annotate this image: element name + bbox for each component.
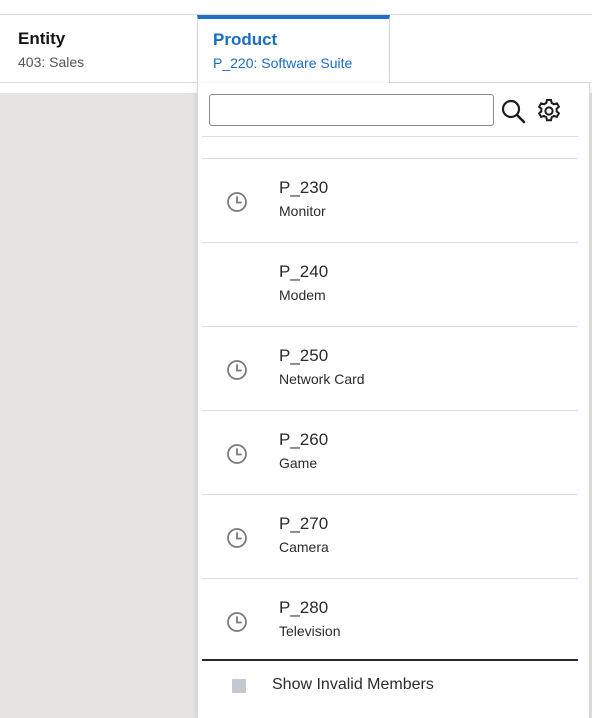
search-input[interactable] [209, 94, 494, 126]
footer: Show Invalid Members [198, 661, 589, 716]
list-item[interactable]: P_280 Television [202, 579, 578, 662]
member-name: Network Card [279, 371, 365, 387]
member-name: Camera [279, 539, 329, 555]
show-invalid-label: Show Invalid Members [272, 676, 434, 693]
list-item[interactable]: P_250 Network Card [202, 327, 578, 410]
clock-icon [226, 191, 248, 213]
member-code: P_280 [279, 598, 329, 617]
clock-icon [226, 611, 248, 633]
pov-entity[interactable]: Entity 403: Sales [18, 28, 84, 71]
member-code: P_240 [279, 262, 329, 281]
pov-product[interactable]: Product P_220: Software Suite [197, 15, 390, 83]
pov-entity-value: 403: Sales [18, 54, 85, 70]
search-row [198, 83, 589, 137]
member-code: P_250 [279, 346, 329, 365]
member-code: P_230 [279, 178, 329, 197]
member-code: P_270 [279, 514, 329, 533]
list-item[interactable]: P_240 Modem [202, 243, 578, 326]
list-item[interactable]: P_260 Game [202, 411, 578, 494]
clock-icon [226, 443, 248, 465]
clock-icon [226, 527, 248, 549]
list-item[interactable]: P_270 Camera [202, 495, 578, 578]
clock-icon [226, 359, 248, 381]
pov-product-title: Product [213, 30, 278, 49]
gear-icon[interactable] [536, 98, 562, 124]
pov-product-value: P_220: Software Suite [213, 55, 353, 71]
pov-entity-title: Entity [18, 29, 66, 48]
list-item[interactable]: P_230 Monitor [202, 159, 578, 242]
member-name: Modem [279, 287, 326, 303]
member-name: Monitor [279, 203, 326, 219]
member-name: Game [279, 455, 318, 471]
divider [202, 136, 578, 137]
member-code: P_260 [279, 430, 329, 449]
show-invalid-checkbox[interactable] [232, 679, 246, 693]
search-icon[interactable] [500, 98, 526, 124]
member-name: Television [279, 623, 341, 639]
member-dropdown: P_230 Monitor P_240 Modem P_250 Network Card P… [197, 83, 590, 718]
